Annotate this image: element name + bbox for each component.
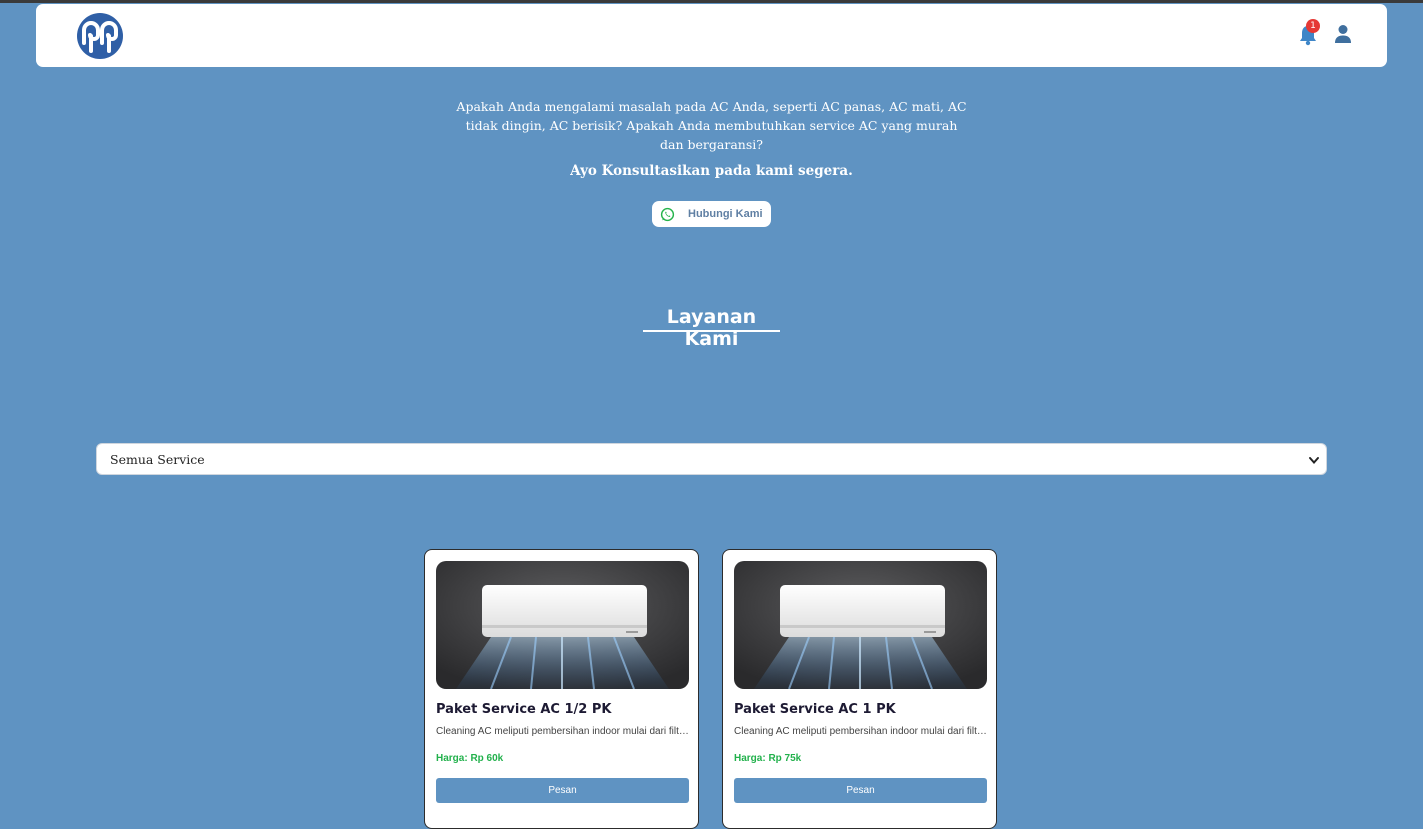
navbar: 1 <box>36 4 1387 67</box>
chevron-down-icon <box>1309 457 1319 465</box>
card-description: Cleaning AC meliputi pembersihan indoor … <box>734 726 989 737</box>
order-button[interactable]: Pesan <box>436 778 689 803</box>
hero-section: Apakah Anda mengalami masalah pada AC An… <box>455 97 968 179</box>
air-conditioner-image <box>436 561 689 689</box>
service-card: Paket Service AC 1 PK Cleaning AC melipu… <box>722 549 997 829</box>
section-title-underline <box>643 330 780 332</box>
card-description: Cleaning AC meliputi pembersihan indoor … <box>436 726 691 737</box>
brand-logo[interactable] <box>77 13 123 59</box>
notification-badge: 1 <box>1306 19 1320 33</box>
user-icon[interactable] <box>1334 24 1352 44</box>
card-title: Paket Service AC 1 PK <box>734 702 896 717</box>
hero-text: Apakah Anda mengalami masalah pada AC An… <box>456 99 967 152</box>
service-filter-select[interactable]: Semua Service <box>96 443 1327 475</box>
service-card: Paket Service AC 1/2 PK Cleaning AC meli… <box>424 549 699 829</box>
card-price: Harga: Rp 60k <box>436 753 504 764</box>
whatsapp-icon <box>660 207 675 222</box>
window-top-border <box>0 0 1423 3</box>
air-conditioner-image <box>734 561 987 689</box>
card-price: Harga: Rp 75k <box>734 753 802 764</box>
contact-button-label: Hubungi Kami <box>688 208 763 220</box>
notification-button[interactable]: 1 <box>1298 19 1320 46</box>
card-title: Paket Service AC 1/2 PK <box>436 702 612 717</box>
contact-button[interactable]: Hubungi Kami <box>652 201 771 227</box>
order-button[interactable]: Pesan <box>734 778 987 803</box>
hero-cta-text: Ayo Konsultasikan pada kami segera. <box>570 163 853 179</box>
service-filter-value: Semua Service <box>110 452 205 467</box>
section-title: Layanan Kami <box>666 306 757 350</box>
